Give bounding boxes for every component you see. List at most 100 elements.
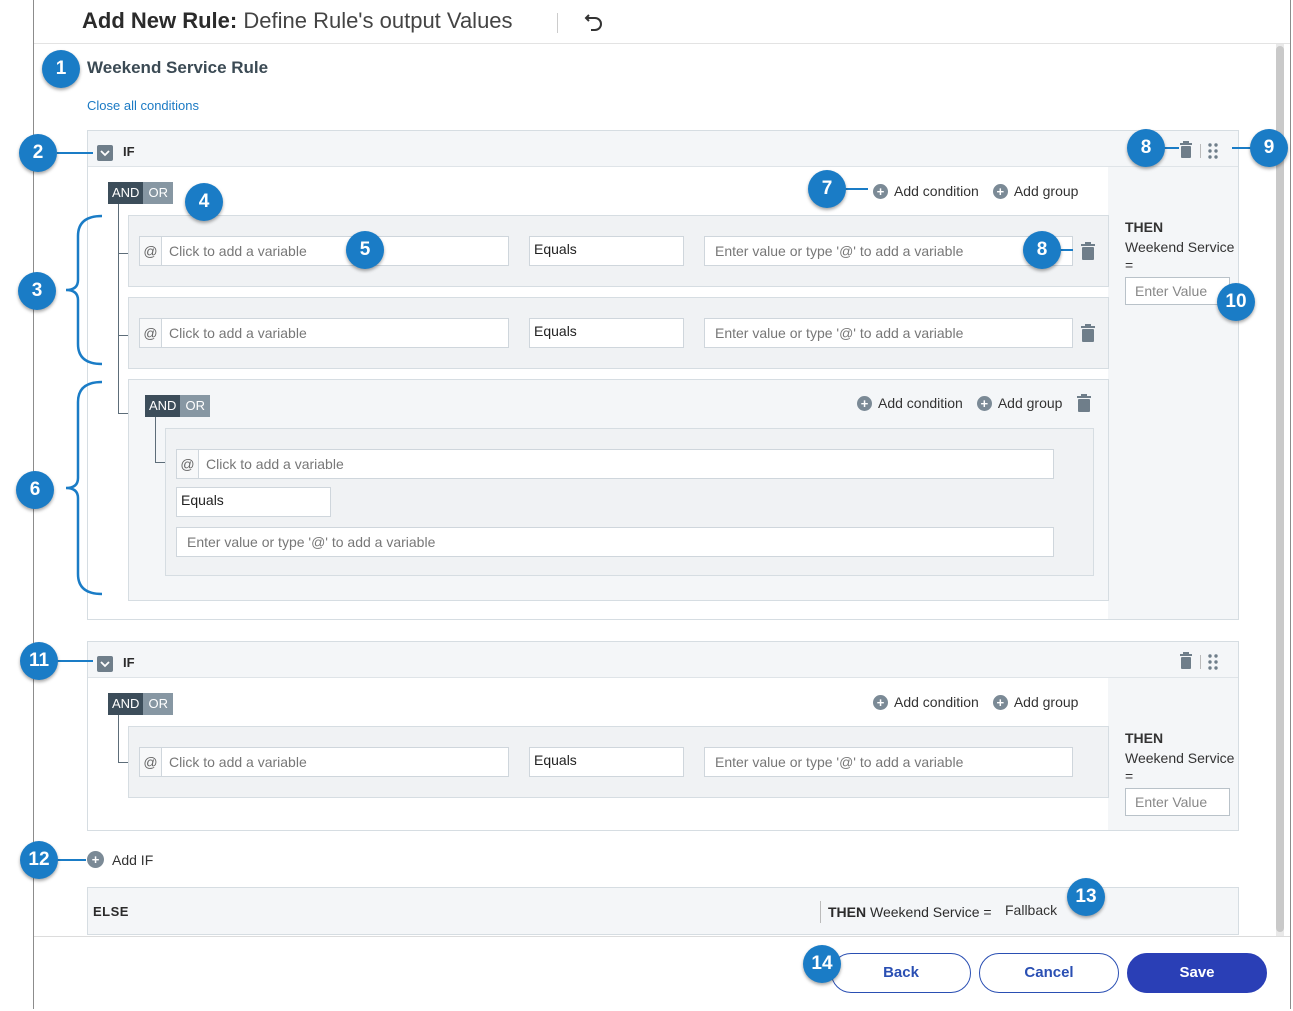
chevron-down-icon[interactable] (97, 656, 113, 672)
then-value-input[interactable]: Enter Value (1125, 788, 1230, 816)
else-then: THEN Weekend Service = (828, 904, 992, 920)
tree-connector (155, 417, 165, 463)
page-title: Add New Rule: Define Rule's output Value… (82, 8, 513, 34)
callout-leader (1163, 147, 1179, 149)
footer: Back Cancel Save (34, 936, 1290, 1009)
add-condition-button[interactable]: + Add condition (873, 694, 979, 710)
or-option[interactable]: OR (143, 693, 173, 715)
variable-input[interactable]: @ Click to add a variable (139, 318, 509, 348)
operator-select[interactable]: Equals (529, 318, 684, 348)
vertical-scrollbar[interactable] (1276, 44, 1284, 936)
and-or-toggle[interactable]: AND OR (108, 182, 173, 204)
callout-leader (57, 152, 93, 154)
value-input[interactable]: Enter value or type '@' to add a variabl… (176, 527, 1054, 557)
tree-connector (118, 204, 128, 254)
plus-icon: + (992, 694, 1008, 710)
value-input[interactable]: Enter value or type '@' to add a variabl… (704, 747, 1073, 777)
then-target: Weekend Service (1125, 750, 1235, 766)
callout-marker: 7 (808, 170, 846, 208)
rule-editor-window: Add New Rule: Define Rule's output Value… (33, 0, 1291, 1009)
save-button[interactable]: Save (1127, 953, 1267, 993)
callout-marker: 8 (1127, 129, 1165, 167)
else-label: ELSE (93, 904, 129, 919)
trash-icon[interactable] (1180, 652, 1192, 669)
drag-handle-icon[interactable] (1208, 143, 1218, 159)
callout-leader (56, 660, 93, 662)
if-label: IF (123, 655, 135, 670)
group-condition-row: @ Click to add a variable Equals Enter va… (165, 428, 1094, 576)
tree-connector (118, 332, 128, 414)
and-option[interactable]: AND (108, 182, 144, 204)
plus-icon: + (857, 395, 872, 411)
and-option[interactable]: AND (108, 693, 144, 715)
operator-select[interactable]: Equals (529, 747, 684, 777)
add-group-button[interactable]: + Add group (992, 694, 1079, 710)
cancel-button[interactable]: Cancel (979, 953, 1119, 993)
drag-handle-icon[interactable] (1208, 654, 1218, 670)
variable-input[interactable]: @ Click to add a variable (139, 236, 509, 266)
variable-placeholder: Click to add a variable (206, 456, 344, 472)
plus-icon: + (873, 694, 888, 710)
tree-connector (118, 715, 128, 763)
and-or-toggle[interactable]: AND OR (108, 693, 173, 715)
tree-connector (118, 252, 128, 336)
variable-placeholder: Click to add a variable (169, 754, 307, 770)
chevron-down-icon[interactable] (97, 145, 113, 161)
then-value-input[interactable]: Enter Value (1125, 277, 1230, 305)
operator-select[interactable]: Equals (529, 236, 684, 266)
undo-icon[interactable] (582, 8, 606, 34)
callout-leader (56, 859, 86, 861)
variable-placeholder: Click to add a variable (169, 325, 307, 341)
then-equals: = (1125, 768, 1134, 784)
trash-icon[interactable] (1081, 242, 1095, 260)
add-condition-button[interactable]: + Add condition (857, 395, 963, 411)
add-condition-button[interactable]: + Add condition (873, 183, 979, 199)
callout-marker: 8 (1023, 231, 1061, 269)
bracket-icon (65, 380, 103, 596)
value-input[interactable]: Enter value or type '@' to add a variabl… (704, 318, 1073, 348)
add-if-button[interactable]: + Add IF (87, 851, 153, 868)
top-level-actions: + Add condition + Add group (873, 694, 1078, 710)
then-label: THEN (1125, 219, 1164, 235)
header-divider (557, 13, 558, 33)
or-option[interactable]: OR (180, 395, 210, 417)
if-block-1: IF AND OR + Add condition + Add group @ … (87, 130, 1239, 620)
page-title-sub: Define Rule's output Values (243, 8, 513, 33)
callout-leader (1059, 249, 1073, 251)
operator-select[interactable]: Equals (176, 487, 331, 517)
if-block-header-icons (1178, 652, 1228, 672)
value-input[interactable]: Enter value or type '@' to add a variabl… (704, 236, 1073, 266)
trash-icon[interactable] (1180, 141, 1192, 158)
add-group-button[interactable]: + Add group (992, 183, 1079, 199)
then-target: Weekend Service (1125, 239, 1235, 255)
scrollbar-thumb[interactable] (1276, 46, 1284, 932)
close-all-conditions-link[interactable]: Close all conditions (87, 98, 199, 113)
callout-marker: 5 (346, 231, 384, 269)
add-if-label: Add IF (112, 851, 154, 868)
add-group-label: Add group (1013, 694, 1079, 710)
page-title-main: Add New Rule: (82, 8, 238, 33)
callout-marker: 1 (42, 50, 80, 88)
trash-icon[interactable] (1077, 394, 1091, 412)
or-option[interactable]: OR (143, 182, 173, 204)
then-label: THEN (1125, 730, 1164, 746)
variable-input[interactable]: @ Click to add a variable (176, 449, 1054, 479)
group-and-or-toggle[interactable]: AND OR (145, 395, 210, 417)
else-divider (820, 901, 821, 923)
group-actions: + Add condition + Add group (857, 395, 1062, 411)
if-block-body: AND OR + Add condition + Add group @ Click t… (88, 167, 1238, 619)
add-condition-label: Add condition (878, 395, 963, 411)
variable-input[interactable]: @ Click to add a variable (139, 747, 509, 777)
callout-marker: 6 (16, 471, 54, 509)
add-group-label: Add group (1013, 183, 1079, 199)
add-group-label: Add group (997, 395, 1063, 411)
add-group-button[interactable]: + Add group (976, 395, 1063, 411)
and-option[interactable]: AND (145, 395, 181, 417)
back-button[interactable]: Back (831, 953, 971, 993)
trash-icon[interactable] (1081, 324, 1095, 342)
at-icon: @ (140, 319, 162, 347)
then-output: THEN Weekend Service = (1125, 730, 1241, 784)
callout-marker: 10 (1217, 283, 1255, 321)
add-condition-label: Add condition (894, 183, 979, 199)
else-value[interactable]: Fallback (1005, 902, 1057, 918)
